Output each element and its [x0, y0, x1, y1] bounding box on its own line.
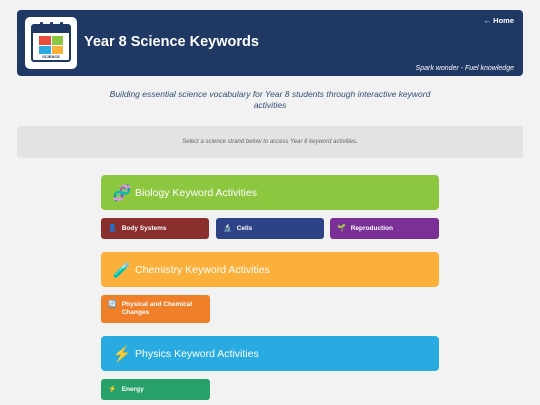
topic-physical-chemical-changes-button[interactable]: 🔄 Physical and Chemical Changes: [101, 295, 210, 323]
topic-label: Energy: [121, 385, 144, 393]
topic-reproduction-button[interactable]: 🌱 Reproduction: [330, 218, 439, 239]
instruction-banner: Select a science strand below to access …: [17, 126, 523, 158]
microscope-icon: 🔬: [223, 224, 232, 232]
strand-label: Biology Keyword Activities: [135, 186, 257, 199]
logo-label: SCIENCE: [42, 54, 60, 59]
topic-energy-button[interactable]: ⚡ Energy: [101, 379, 210, 400]
page-title: Year 8 Science Keywords: [84, 34, 259, 50]
topic-label: Body Systems: [121, 224, 167, 232]
topic-body-systems-button[interactable]: 👤 Body Systems: [101, 218, 209, 239]
test-tube-icon: 🧪: [112, 261, 132, 279]
strand-label: Physics Keyword Activities: [135, 347, 259, 360]
home-link[interactable]: ← Home: [484, 16, 514, 25]
instruction-text: Select a science strand below to access …: [182, 139, 358, 145]
site-header: SCIENCE Year 8 Science Keywords ← Home S…: [17, 10, 523, 76]
topic-label: Cells: [236, 224, 253, 232]
strand-physics-button[interactable]: ⚡ Physics Keyword Activities: [101, 336, 439, 371]
strand-biology-button[interactable]: 🧬 Biology Keyword Activities: [101, 175, 439, 210]
strand-label: Chemistry Keyword Activities: [135, 263, 270, 276]
lightning-icon: ⚡: [112, 345, 132, 363]
topic-label: Reproduction: [350, 224, 393, 232]
topic-cells-button[interactable]: 🔬 Cells: [216, 218, 324, 239]
seedling-icon: 🌱: [337, 224, 346, 232]
lightning-icon: ⚡: [108, 385, 117, 393]
calendar-icon: SCIENCE: [31, 22, 71, 62]
person-icon: 👤: [108, 224, 117, 232]
site-tagline: Spark wonder - Fuel knowledge: [415, 65, 514, 72]
site-logo[interactable]: SCIENCE: [25, 17, 77, 69]
dna-icon: 🧬: [112, 184, 132, 202]
intro-text: Building essential science vocabulary fo…: [109, 89, 431, 110]
strand-chemistry-button[interactable]: 🧪 Chemistry Keyword Activities: [101, 252, 439, 287]
cycle-icon: 🔄: [108, 301, 117, 308]
topic-label: Physical and Chemical Changes: [121, 301, 193, 316]
